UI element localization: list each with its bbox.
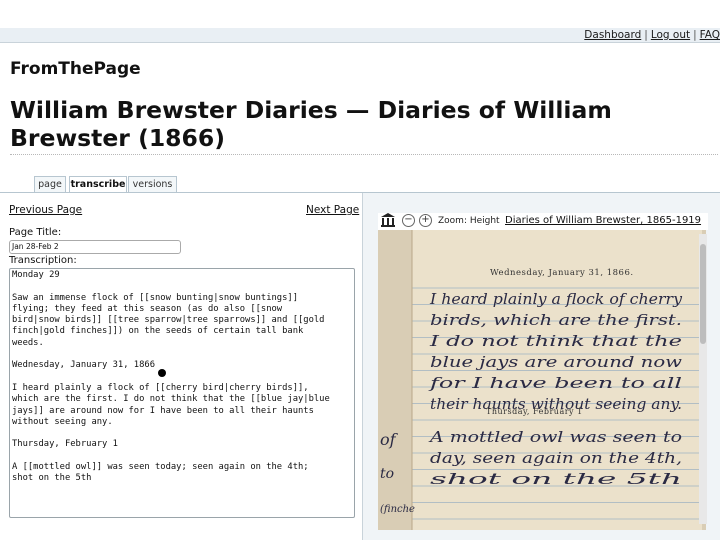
manuscript-page: Wednesday, January 31, 1866. I heard pla…	[378, 230, 706, 530]
viewer-toolbar: − + Zoom: Height Diaries of William Brew…	[378, 213, 708, 230]
handwriting-line: shot on the 5th	[430, 470, 682, 488]
zoom-in-icon[interactable]: +	[419, 214, 432, 227]
margin-note: (finche	[380, 504, 415, 515]
tab-transcribe[interactable]: transcribe	[69, 176, 127, 193]
manuscript-image[interactable]: Wednesday, January 31, 1866. I heard pla…	[378, 230, 706, 530]
next-page-link[interactable]: Next Page	[306, 204, 359, 216]
collection-link[interactable]: Diaries of William Brewster, 1865-1919	[505, 215, 701, 226]
page-title-label: Page Title:	[9, 227, 62, 238]
margin-note: to	[380, 466, 394, 482]
transcription-textarea[interactable]: Monday 29 Saw an immense flock of [[snow…	[9, 268, 355, 518]
viewer-scrollbar[interactable]	[699, 234, 707, 524]
handwriting-line: A mottled owl was seen to	[427, 428, 682, 446]
title-divider	[10, 154, 718, 155]
top-bar: Dashboard | Log out | FAQ	[0, 28, 720, 43]
handwriting-line: for I have been to all	[428, 374, 682, 392]
scrollbar-thumb[interactable]	[700, 244, 706, 344]
logout-link[interactable]: Log out	[651, 29, 690, 41]
handwriting-line: birds, which are the first.	[430, 311, 682, 329]
page-title-input[interactable]: Jan 28-Feb 2	[9, 240, 181, 254]
top-nav: Dashboard | Log out | FAQ	[584, 29, 720, 41]
zoom-out-icon[interactable]: −	[402, 214, 415, 227]
previous-page-link[interactable]: Previous Page	[9, 204, 82, 216]
handwriting-line: day, seen again on the 4th,	[430, 449, 682, 467]
site-title[interactable]: FromThePage	[10, 59, 141, 79]
handwriting-line: I do not think that the	[428, 332, 682, 350]
nav-separator: |	[644, 29, 648, 41]
tab-versions[interactable]: versions	[128, 176, 177, 192]
image-heading-2: Thursday, February 1	[486, 407, 583, 416]
mouse-cursor-icon	[158, 369, 166, 377]
zoom-label: Zoom: Height	[438, 216, 500, 226]
faq-link[interactable]: FAQ	[700, 29, 720, 41]
dashboard-link[interactable]: Dashboard	[584, 29, 641, 41]
tab-page[interactable]: page	[34, 176, 66, 192]
handwriting-line: blue jays are around now	[430, 353, 682, 371]
transcription-label: Transcription:	[9, 255, 77, 266]
nav-separator: |	[693, 29, 697, 41]
transcription-text: Monday 29 Saw an immense flock of [[snow…	[12, 270, 330, 484]
page-title: William Brewster Diaries — Diaries of Wi…	[10, 96, 612, 152]
image-heading-1: Wednesday, January 31, 1866.	[490, 268, 634, 278]
handwriting-line: I heard plainly a flock of cherry	[429, 290, 683, 308]
